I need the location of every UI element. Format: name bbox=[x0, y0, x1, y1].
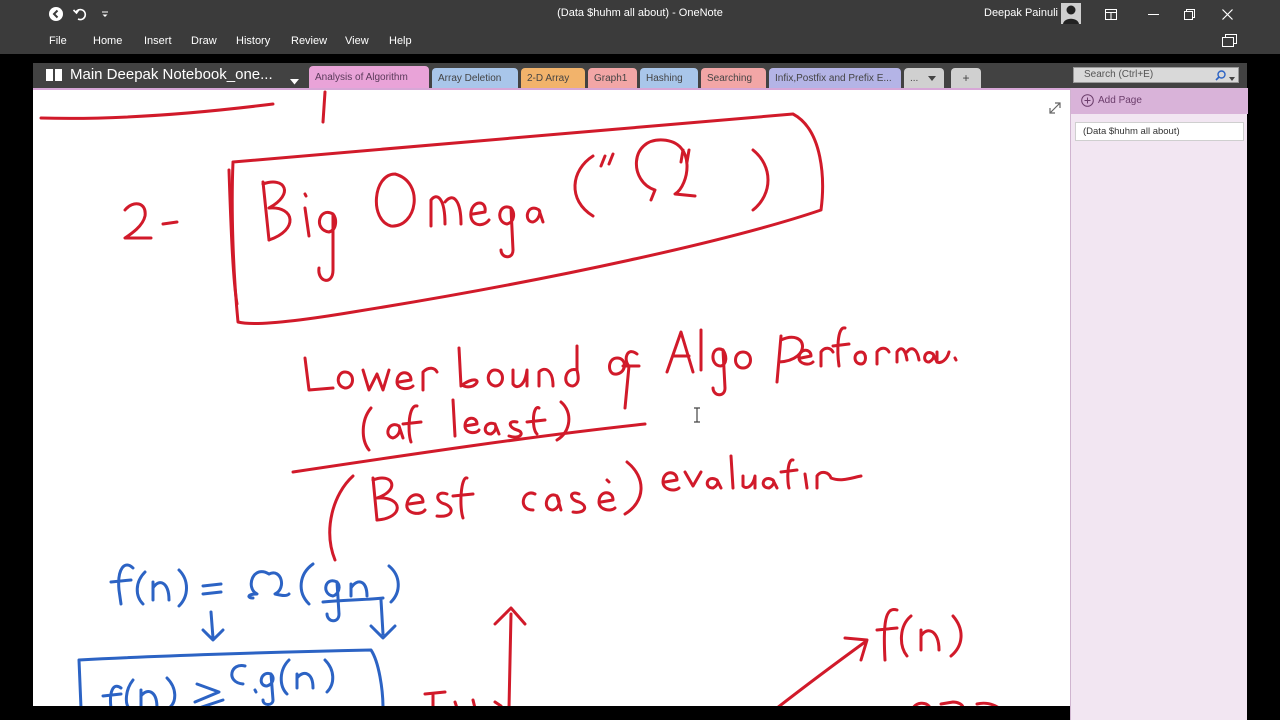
menu-review[interactable]: Review bbox=[291, 35, 327, 47]
minimize-icon[interactable] bbox=[1138, 3, 1168, 25]
search-input[interactable]: Search (Ctrl+E) bbox=[1073, 67, 1239, 83]
ribbon-display-icon[interactable] bbox=[1096, 3, 1126, 25]
page-canvas[interactable] bbox=[33, 88, 1070, 706]
tab-graph1[interactable]: Graph1 bbox=[588, 68, 637, 88]
add-page-icon bbox=[1081, 94, 1094, 107]
title-bar: (Data $huhm all about) - OneNote Deepak … bbox=[0, 0, 1280, 28]
tab-label: Analysis of Algorithm bbox=[315, 72, 408, 83]
menu-home[interactable]: Home bbox=[93, 35, 122, 47]
page-item[interactable]: (Data $huhm all about) bbox=[1075, 122, 1244, 141]
avatar[interactable] bbox=[1061, 3, 1081, 24]
chevron-down-icon[interactable] bbox=[1229, 73, 1235, 84]
notebook-icon[interactable] bbox=[45, 68, 63, 82]
tab-label: Array Deletion bbox=[438, 73, 502, 84]
restore-icon[interactable] bbox=[1174, 3, 1204, 25]
tab-hashing[interactable]: Hashing bbox=[640, 68, 698, 88]
close-icon[interactable] bbox=[1212, 3, 1242, 25]
add-page-label: Add Page bbox=[1098, 95, 1142, 106]
tab-add-section[interactable]: + bbox=[951, 68, 981, 88]
onenote-window: (Data $huhm all about) - OneNote Deepak … bbox=[0, 0, 1280, 720]
tab-label: Hashing bbox=[646, 73, 683, 84]
tab-infix-postfix[interactable]: Infix,Postfix and Prefix E... bbox=[769, 68, 901, 88]
tab-searching[interactable]: Searching bbox=[701, 68, 766, 88]
menu-draw[interactable]: Draw bbox=[191, 35, 217, 47]
menu-insert[interactable]: Insert bbox=[144, 35, 172, 47]
search-placeholder: Search (Ctrl+E) bbox=[1084, 69, 1154, 80]
menu-history[interactable]: History bbox=[236, 35, 270, 47]
notebook-name[interactable]: Main Deepak Notebook_one... bbox=[70, 66, 273, 83]
tab-label: Graph1 bbox=[594, 73, 628, 84]
ribbon-toggle-icon[interactable] bbox=[1222, 34, 1238, 48]
tab-label: 2-D Array bbox=[527, 73, 570, 84]
page-list-panel: Add Page (Data $huhm all about) bbox=[1070, 88, 1248, 720]
window-title: (Data $huhm all about) - OneNote bbox=[557, 7, 723, 19]
section-bar: Main Deepak Notebook_one... Analysis of … bbox=[33, 63, 1247, 88]
add-section-label: + bbox=[962, 71, 970, 85]
tab-more[interactable]: ... bbox=[904, 68, 944, 88]
tab-label: Infix,Postfix and Prefix E... bbox=[775, 73, 892, 84]
text-cursor-icon bbox=[694, 407, 700, 423]
tab-label: ... bbox=[910, 73, 919, 84]
menu-view[interactable]: View bbox=[345, 35, 369, 47]
tab-label: Searching bbox=[707, 73, 753, 84]
menu-file[interactable]: File bbox=[49, 35, 67, 47]
user-name[interactable]: Deepak Painuli bbox=[984, 7, 1058, 19]
menu-bar: File Home Insert Draw History Review Vie… bbox=[0, 28, 1280, 54]
chevron-down-icon bbox=[928, 76, 936, 81]
expand-icon[interactable] bbox=[1048, 101, 1062, 115]
menu-help[interactable]: Help bbox=[389, 35, 412, 47]
add-page-button[interactable]: Add Page bbox=[1071, 88, 1248, 114]
handwritten-ink bbox=[39, 90, 999, 706]
tab-array-deletion[interactable]: Array Deletion bbox=[432, 68, 518, 88]
tab-analysis-of-algorithm[interactable]: Analysis of Algorithm bbox=[309, 66, 429, 88]
search-icon[interactable] bbox=[1215, 70, 1226, 84]
tab-2d-array[interactable]: 2-D Array bbox=[521, 68, 585, 88]
